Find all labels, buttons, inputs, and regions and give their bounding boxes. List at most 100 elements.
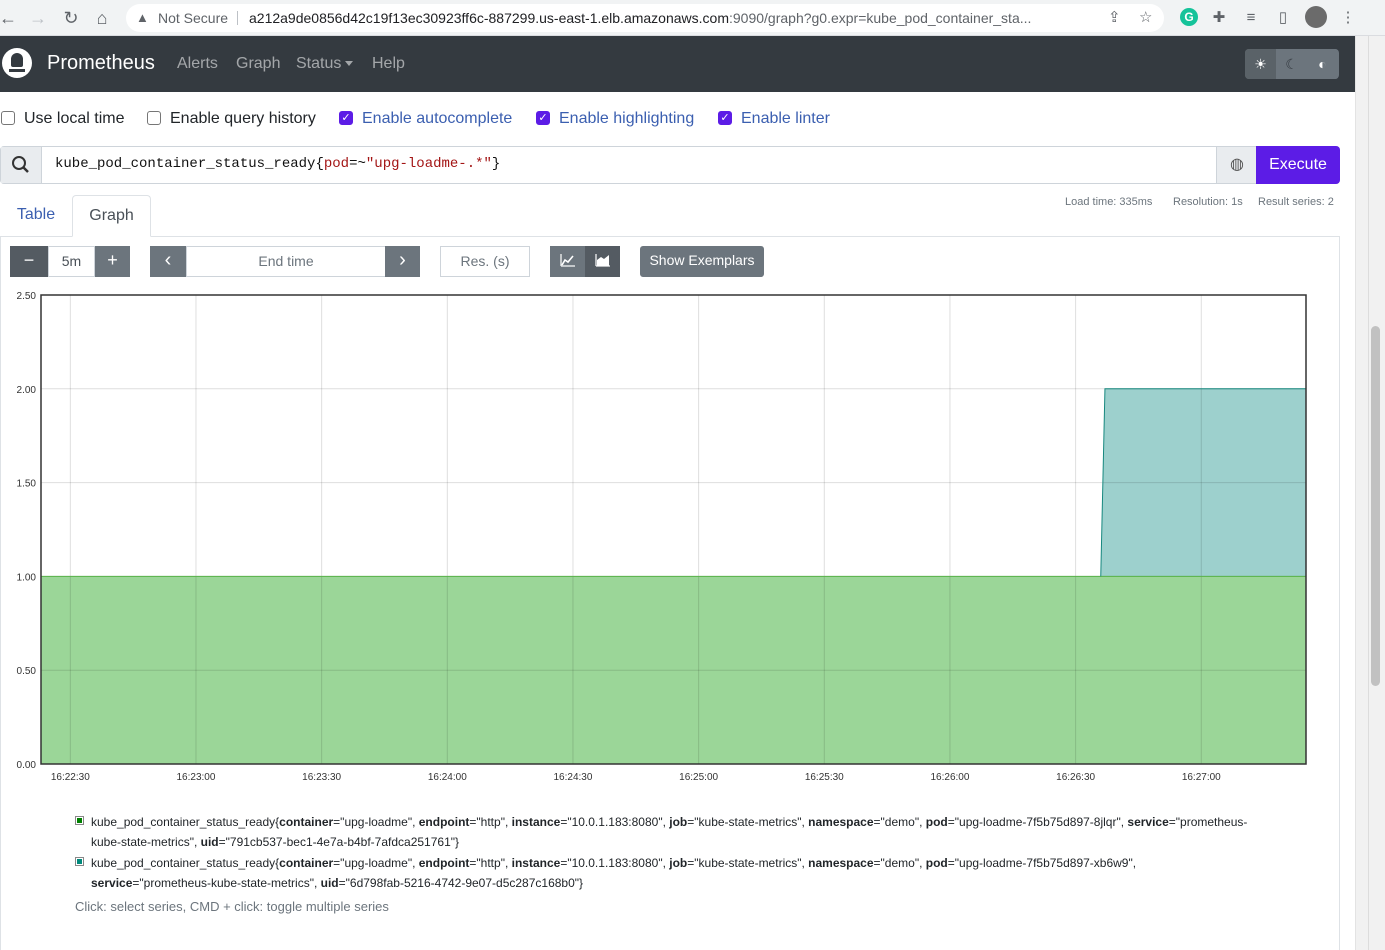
legend-metric-name: kube_pod_container_status_ready{: [91, 815, 280, 829]
expression-input[interactable]: kube_pod_container_status_ready{pod=~"up…: [55, 156, 500, 172]
nav-graph[interactable]: Graph: [236, 55, 280, 73]
expr-metric: kube_pod_container_status_ready: [55, 156, 316, 172]
x-tick-label: 16:25:00: [679, 772, 718, 783]
legend-label-value: ="10.0.1.183:8080",: [560, 815, 670, 829]
legend-label-key: namespace: [808, 815, 874, 829]
theme-toggle-group: ☀ ☾ ◐: [1245, 49, 1339, 79]
enable-linter-checkbox[interactable]: ✓: [718, 111, 732, 125]
line-chart-button[interactable]: [550, 246, 585, 277]
enable-highlighting-label: Enable highlighting: [559, 110, 695, 127]
use-local-time-label: Use local time: [24, 110, 125, 127]
legend-label-value: ="kube-state-metrics",: [687, 815, 809, 829]
range-input[interactable]: 5m: [48, 246, 95, 277]
home-icon[interactable]: ⌂: [90, 6, 114, 30]
enable-linter-label: Enable linter: [741, 110, 830, 127]
legend-label-key: service: [91, 876, 133, 890]
metrics-explorer-globe-icon[interactable]: ◍: [1216, 147, 1257, 183]
tab-table[interactable]: Table: [0, 195, 72, 237]
range-increase-button[interactable]: +: [95, 246, 130, 277]
scrollbar-thumb[interactable]: [1371, 326, 1380, 686]
forward-icon[interactable]: →: [26, 6, 50, 30]
security-label: Not Secure: [158, 10, 229, 26]
scrollbar-track: [1368, 36, 1369, 950]
side-panel-icon[interactable]: ▯: [1272, 7, 1294, 29]
enable-autocomplete-label: Enable autocomplete: [362, 110, 513, 127]
line-chart-icon: [560, 254, 575, 267]
legend-label-key: service: [1127, 815, 1169, 829]
enable-query-history-checkbox[interactable]: [147, 111, 161, 125]
back-icon[interactable]: ←: [0, 6, 20, 30]
reload-icon[interactable]: ↻: [59, 6, 83, 30]
extensions-icon[interactable]: ✚: [1208, 7, 1230, 29]
grammarly-extension-icon[interactable]: G: [1180, 8, 1198, 26]
expr-label-value: "upg-loadme-.*": [365, 156, 492, 172]
result-series: Result series: 2: [1258, 196, 1334, 208]
end-time-next-button[interactable]: ›: [385, 246, 420, 277]
resolution-input[interactable]: Res. (s): [440, 246, 530, 277]
legend-label-key: uid: [320, 876, 339, 890]
end-time-prev-button[interactable]: ‹: [150, 246, 186, 277]
legend-label-value: ="demo",: [873, 815, 926, 829]
dark-theme-icon[interactable]: ☾: [1276, 49, 1307, 79]
end-time-input[interactable]: End time: [186, 246, 386, 277]
y-tick-label: 2.50: [17, 291, 37, 302]
y-tick-label: 1.00: [17, 572, 37, 583]
legend-label-value: ="prometheus-kube-state-metrics",: [132, 876, 321, 890]
x-tick-label: 16:26:00: [930, 772, 969, 783]
enable-query-history-label: Enable query history: [170, 110, 316, 127]
range-decrease-button[interactable]: −: [10, 246, 48, 277]
legend-label-key: pod: [925, 815, 948, 829]
show-exemplars-button[interactable]: Show Exemplars: [640, 246, 764, 277]
auto-theme-icon[interactable]: ◐: [1307, 49, 1338, 79]
series-2-label: kube_pod_container_status_ready{containe…: [91, 853, 1251, 893]
nav-alerts[interactable]: Alerts: [177, 55, 218, 73]
page-scrollbar[interactable]: [1355, 36, 1385, 950]
legend-label-key: namespace: [808, 856, 874, 870]
nav-status[interactable]: Status: [296, 55, 354, 73]
menu-icon[interactable]: ⋮: [1337, 7, 1359, 29]
legend-label-key: instance: [511, 856, 561, 870]
stacked-chart-button[interactable]: [585, 246, 620, 277]
graph-chart[interactable]: 0.00 0.50 1.00 1.50 2.00 2.50 16:22:30 16:23:00…: [0, 285, 1320, 785]
x-tick-label: 16:25:30: [805, 772, 844, 783]
x-tick-label: 16:23:30: [302, 772, 341, 783]
enable-autocomplete-checkbox[interactable]: ✓: [339, 111, 353, 125]
address-bar[interactable]: ▲ Not Secure a212a9de0856d42c19f13ec3092…: [126, 4, 1164, 32]
tab-graph[interactable]: Graph: [72, 195, 151, 237]
x-tick-label: 16:24:30: [554, 772, 593, 783]
media-icon[interactable]: ≡: [1240, 7, 1262, 29]
share-icon[interactable]: ⇪: [1108, 4, 1121, 32]
y-tick-label: 0.50: [17, 666, 37, 677]
execute-button[interactable]: Execute: [1256, 146, 1340, 184]
x-tick-label: 16:27:00: [1182, 772, 1221, 783]
legend-hint: Click: select series, CMD + click: toggl…: [75, 899, 389, 914]
use-local-time-checkbox[interactable]: [1, 111, 15, 125]
profile-avatar[interactable]: [1305, 6, 1327, 28]
browser-toolbar: ← → ↻ ⌂ ▲ Not Secure a212a9de0856d42c19f…: [0, 0, 1385, 36]
area-chart-icon: [595, 254, 610, 267]
legend-label-value: ="6d798fab-5216-4742-9e07-d5c287c168b0"}: [338, 876, 584, 890]
series-1-label: kube_pod_container_status_ready{containe…: [91, 812, 1251, 852]
y-tick-label: 0.00: [17, 760, 37, 771]
enable-highlighting-checkbox[interactable]: ✓: [536, 111, 550, 125]
legend-label-key: endpoint: [418, 815, 470, 829]
legend-label-key: container: [279, 815, 334, 829]
legend-label-value: ="http",: [469, 856, 512, 870]
expr-operator: =~: [349, 156, 366, 172]
legend-label-key: job: [669, 856, 688, 870]
resolution: Resolution: 1s: [1173, 196, 1243, 208]
search-icon: [1, 147, 42, 183]
expr-label-name: pod: [323, 156, 350, 172]
x-tick-label: 16:24:00: [428, 772, 467, 783]
bookmark-star-icon[interactable]: ☆: [1139, 4, 1152, 32]
legend-label-key: instance: [511, 815, 561, 829]
nav-help[interactable]: Help: [372, 55, 405, 73]
light-theme-icon[interactable]: ☀: [1245, 49, 1276, 79]
url-host: a212a9de0856d42c19f13ec30923ff6c-887299.…: [249, 10, 729, 26]
legend-metric-name: kube_pod_container_status_ready{: [91, 856, 280, 870]
brand-title[interactable]: Prometheus: [47, 52, 155, 75]
legend-label-value: ="demo",: [873, 856, 926, 870]
legend-label-key: job: [669, 815, 688, 829]
prometheus-logo-icon[interactable]: [2, 48, 32, 78]
nav-status-label: Status: [296, 55, 342, 72]
